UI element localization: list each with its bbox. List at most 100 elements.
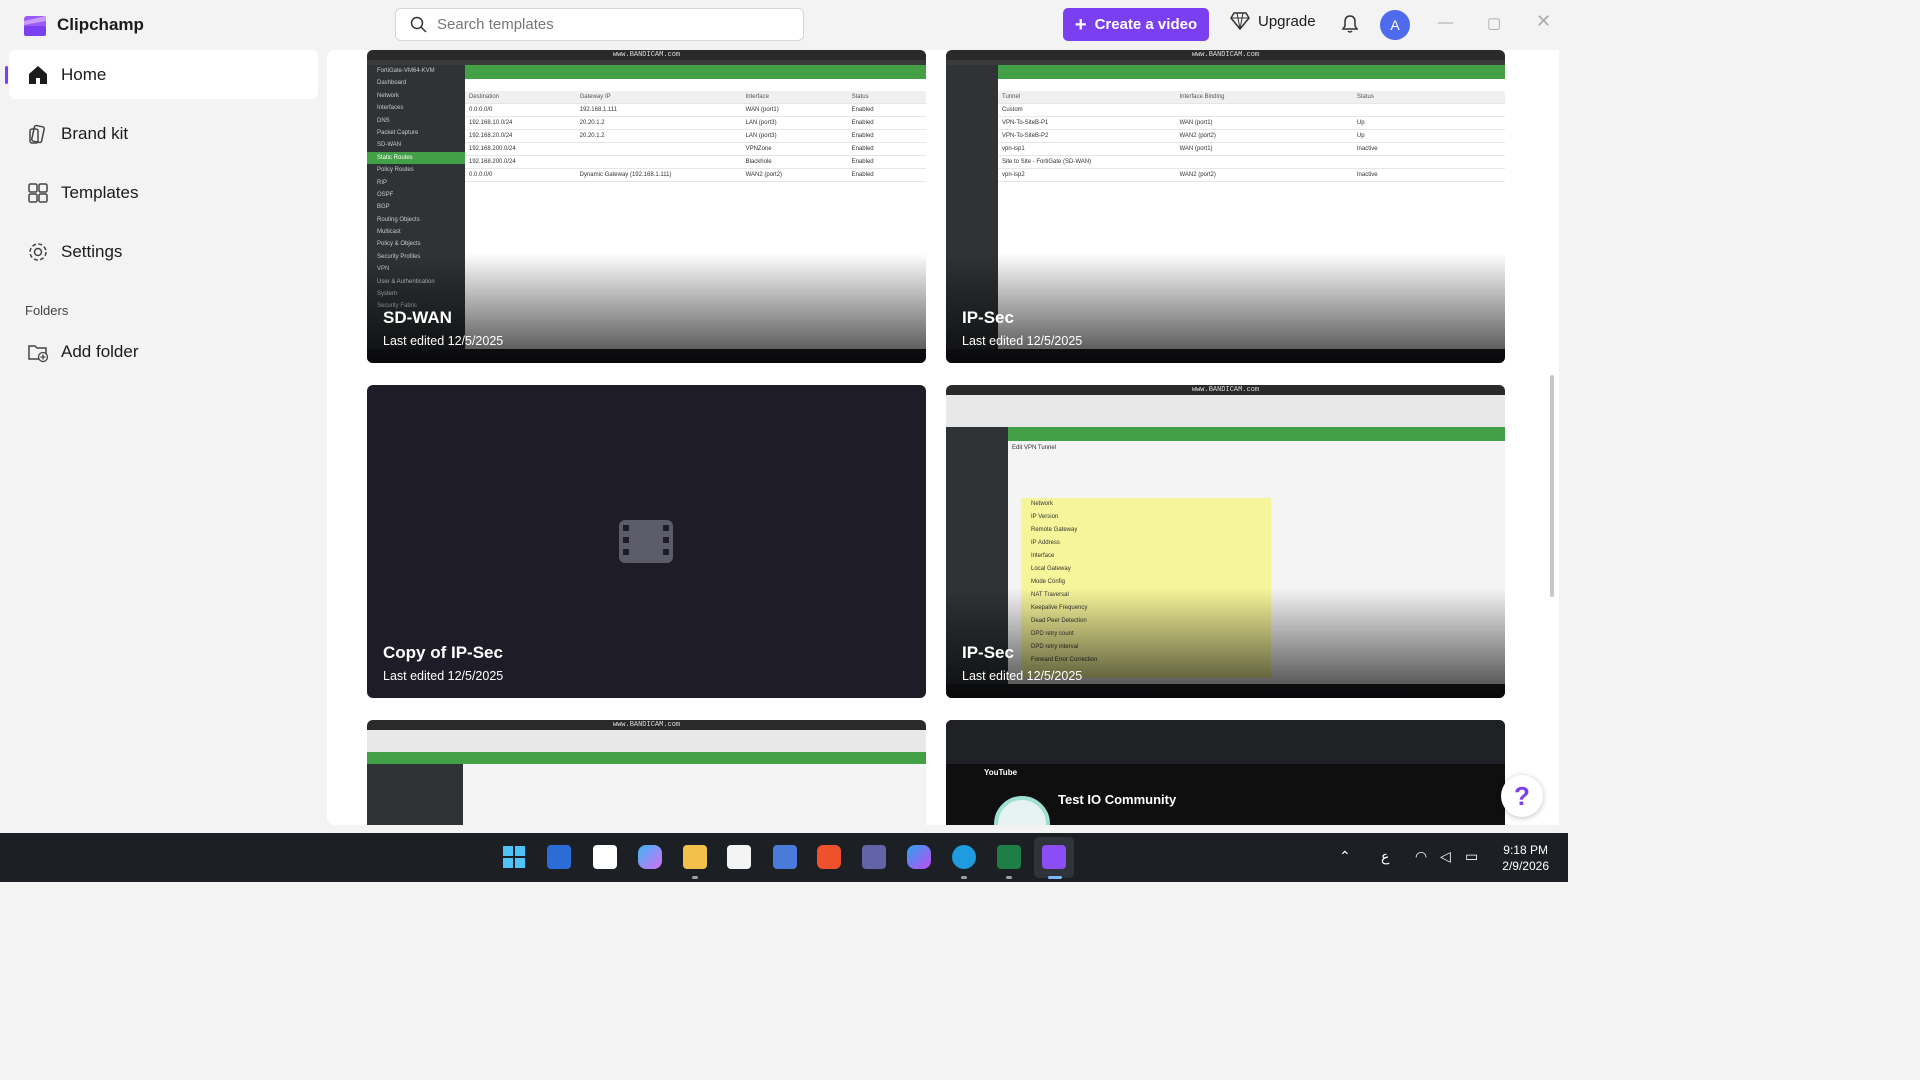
thumb-table-cell: Enabled <box>851 146 874 152</box>
store-icon[interactable] <box>727 845 751 869</box>
windows-start-icon[interactable] <box>502 845 526 869</box>
thumb-table-row: VPN-To-SiteB-P1 WAN (port1) Up <box>998 117 1505 130</box>
search-box[interactable] <box>395 8 804 41</box>
thumb-table-cell: Enabled <box>851 133 874 139</box>
project-last-edited: Last edited 12/5/2025 <box>962 334 1083 348</box>
project-card[interactable]: www.BANDICAM.com Edit VPN Tunnel Network… <box>946 385 1505 698</box>
project-card[interactable]: Copy of IP-Sec Last edited 12/5/2025 <box>367 385 926 698</box>
chevron-up-icon[interactable]: ⌃ <box>1339 848 1351 865</box>
upgrade-label: Upgrade <box>1258 12 1316 30</box>
thumb-table-cell: LAN (port3) <box>745 120 777 126</box>
thumb-table-cell <box>576 156 742 168</box>
thumb-table-row: vpn-isp1 WAN (port1) Inactive <box>998 143 1505 156</box>
add-folder-label: Add folder <box>61 341 139 361</box>
thumb-nav-item: Dashboard <box>377 80 407 87</box>
clipchamp-taskbar-icon[interactable] <box>1042 845 1066 869</box>
thumb-table-cell: Inactive <box>1356 172 1378 178</box>
notifications-bell-icon[interactable] <box>1340 14 1360 34</box>
thumb-table-cell: 0.0.0.0/0 <box>469 172 493 178</box>
thumb-table-cell: VPN-To-SiteB-P1 <box>1002 120 1049 126</box>
sidebar-item-brand-kit[interactable]: Brand kit <box>9 109 318 158</box>
add-folder-button[interactable]: Add folder <box>9 327 318 376</box>
taskbar-clock[interactable]: 9:18 PM 2/9/2026 <box>1502 842 1549 874</box>
recorder-watermark: www.BANDICAM.com <box>946 50 1505 60</box>
project-title: IP-Sec <box>962 643 1014 662</box>
running-indicator <box>1006 876 1012 879</box>
thumb-table-cell: Tunnel <box>1002 94 1021 100</box>
help-button[interactable]: ? <box>1501 775 1543 817</box>
thumb-table-row: vpn-isp2 WAN2 (port2) Inactive <box>998 169 1505 182</box>
app-icon[interactable] <box>773 845 797 869</box>
search-input[interactable] <box>437 16 803 33</box>
thumb-table-cell: 192.168.200.0/24 <box>469 159 516 165</box>
search-icon <box>410 16 427 33</box>
thumb-table-cell: 0.0.0.0/0 <box>469 107 493 113</box>
app-name: Clipchamp <box>57 15 144 34</box>
thumb-table-cell: Status <box>851 94 869 100</box>
close-icon[interactable]: ✕ <box>1536 11 1551 32</box>
edge-icon[interactable] <box>952 845 976 869</box>
avatar[interactable]: A <box>1380 10 1410 40</box>
app-logo[interactable]: Clipchamp <box>22 12 144 38</box>
scrollbar[interactable] <box>1550 375 1554 597</box>
thumb-table-row: 0.0.0.0/0 192.168.1.111 WAN (port1) Enabled <box>465 104 926 117</box>
thumb-table-cell <box>1175 156 1352 168</box>
notion-icon[interactable] <box>593 845 617 869</box>
thumb-browser-bar <box>946 720 1505 764</box>
project-thumbnail: www.BANDICAM.com <box>367 720 926 825</box>
sidebar: Home Brand kit Templates Settings Folder… <box>0 50 326 833</box>
project-last-edited: Last edited 12/5/2025 <box>962 669 1083 683</box>
thumb-table-cell: 20.20.1.2 <box>579 120 605 126</box>
thumb-nav-item: Multicast <box>377 229 401 236</box>
minimize-icon[interactable]: — <box>1438 14 1453 31</box>
thumb-table-cell: Blackhole <box>745 159 772 165</box>
sidebar-item-label: Templates <box>61 182 139 202</box>
thumb-table-cell: WAN (port1) <box>745 107 779 113</box>
thumb-table-cell: Enabled <box>851 172 874 178</box>
thumb-table-cell: WAN2 (port2) <box>745 172 783 178</box>
thumb-table-cell: Gateway IP <box>579 94 611 100</box>
sidebar-item-settings[interactable]: Settings <box>9 227 318 276</box>
thumb-table-cell: Up <box>1356 120 1365 126</box>
sidebar-item-templates[interactable]: Templates <box>9 168 318 217</box>
teams-icon[interactable] <box>862 845 886 869</box>
brave-browser-icon[interactable] <box>817 845 841 869</box>
volume-icon[interactable]: ◁ <box>1440 848 1451 865</box>
thumb-form-label: Local Gateway <box>1031 566 1071 572</box>
thumb-form-label: Remote Gateway <box>1031 527 1078 533</box>
sidebar-item-home[interactable]: Home <box>5 50 318 99</box>
thumb-table-cell: Inactive <box>1356 146 1378 152</box>
thumb-table-header: Destination Gateway IP Interface Status <box>465 91 926 104</box>
thumb-table-cell: Interface <box>745 94 769 100</box>
project-card[interactable]: www.BANDICAM.com <box>367 720 926 825</box>
project-card[interactable]: YouTube Test IO Community <box>946 720 1505 825</box>
maximize-icon[interactable]: ▢ <box>1487 14 1501 32</box>
thumb-nav-item: BGP <box>377 204 390 211</box>
wifi-icon[interactable]: ◠ <box>1415 848 1427 865</box>
word-icon[interactable] <box>547 845 571 869</box>
thumb-table-cell: Enabled <box>851 159 874 165</box>
thumb-nav-item: Routing Objects <box>377 216 420 223</box>
upgrade-button[interactable]: Upgrade <box>1230 12 1316 30</box>
microsoft-365-icon[interactable] <box>907 845 931 869</box>
plus-icon: + <box>1074 13 1087 36</box>
copilot-icon[interactable] <box>638 845 662 869</box>
project-card[interactable]: www.BANDICAM.com Tunnel Interface Binding… <box>946 50 1505 363</box>
battery-icon[interactable]: ▭ <box>1465 848 1478 865</box>
file-explorer-icon[interactable] <box>683 845 707 869</box>
thumb-table-cell: 192.168.200.0/24 <box>469 146 516 152</box>
project-title: SD-WAN <box>383 308 452 327</box>
project-card[interactable]: www.BANDICAM.com FortiGate-VM64-KVM Dashb… <box>367 50 926 363</box>
language-indicator[interactable]: ع <box>1381 848 1389 865</box>
thumb-header-bar <box>946 65 1505 79</box>
thumb-nav-item: RIP <box>377 179 388 186</box>
project-title: IP-Sec <box>962 308 1014 327</box>
thumb-nav-item: Policy & Objects <box>377 241 421 248</box>
excel-icon[interactable] <box>997 845 1021 869</box>
channel-avatar <box>994 796 1050 825</box>
thumb-table-row: 192.168.10.0/24 20.20.1.2 LAN (port3) Enabl… <box>465 117 926 130</box>
create-video-button[interactable]: + Create a video <box>1063 8 1209 41</box>
thumb-browser-bar <box>367 730 926 752</box>
thumb-toolbar-row <box>998 79 1505 91</box>
youtube-logo: YouTube <box>984 768 1018 777</box>
